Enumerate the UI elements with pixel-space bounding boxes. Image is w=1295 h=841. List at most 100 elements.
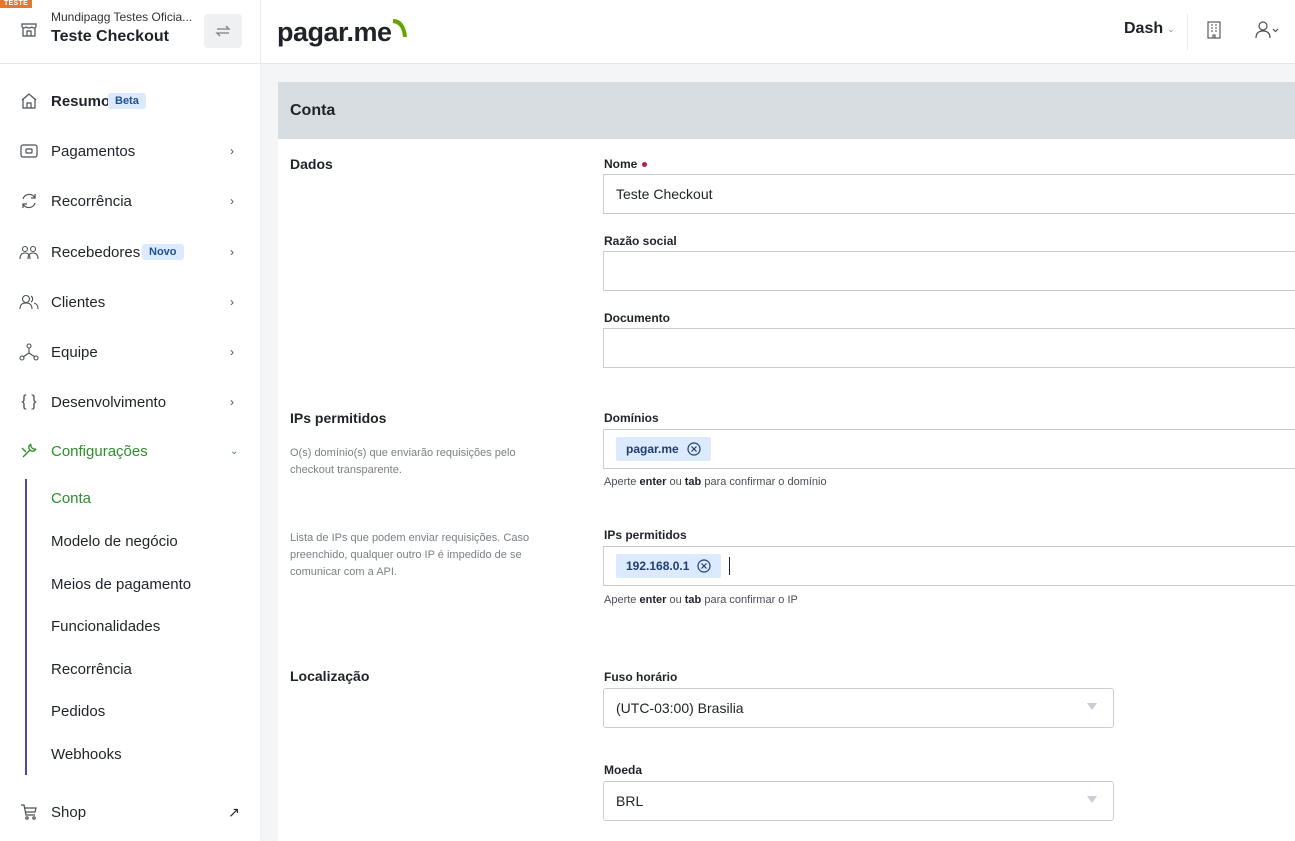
nome-input[interactable]: Teste Checkout xyxy=(603,174,1295,214)
dashboard-menu-label: Dash xyxy=(1124,20,1164,37)
swap-arrows-icon xyxy=(215,25,231,37)
sidebar-item-label: Desenvolvimento xyxy=(51,393,167,411)
store-icon xyxy=(21,23,37,37)
sidebar-item-pagamentos[interactable]: Pagamentos › xyxy=(0,131,261,171)
sidebar-item-shop[interactable]: Shop ↗ xyxy=(0,792,261,832)
chevron-right-icon: › xyxy=(230,295,234,309)
dominios-label: Domínios xyxy=(604,411,659,425)
ip-chip: 192.168.0.1 xyxy=(616,554,722,578)
sidebar-item-resumo[interactable]: Resumo Beta xyxy=(0,81,261,121)
sidebar-item-recebedores[interactable]: Recebedores Novo › xyxy=(0,232,261,272)
fuso-horario-select[interactable]: (UTC-03:00) Brasilia xyxy=(603,688,1114,728)
hint-text: ou xyxy=(669,476,682,488)
fuso-horario-value: (UTC-03:00) Brasilia xyxy=(616,700,744,716)
beta-badge: Beta xyxy=(108,93,146,109)
sidebar-item-label: Pagamentos xyxy=(51,142,136,160)
cart-icon xyxy=(18,802,40,822)
hint-text: Aperte xyxy=(604,594,637,606)
page-title: Conta xyxy=(290,102,336,119)
main-content: Conta Dados Nome Teste Checkout Razão so… xyxy=(261,64,1295,841)
submenu-item-recorrencia[interactable]: Recorrência xyxy=(51,661,132,678)
header-divider xyxy=(1187,14,1188,50)
code-braces-icon: { } xyxy=(21,393,37,410)
submenu-item-meios-pagamento[interactable]: Meios de pagamento xyxy=(51,576,191,593)
sidebar-item-desenvolvimento[interactable]: { } Desenvolvimento › xyxy=(0,382,261,422)
user-menu-icon[interactable] xyxy=(1255,20,1279,40)
building-icon[interactable] xyxy=(1206,21,1222,39)
sidebar-item-clientes[interactable]: Clientes › xyxy=(0,282,261,322)
ips-description: Lista de IPs que podem enviar requisiçõe… xyxy=(290,532,530,578)
settings-tools-icon xyxy=(18,441,40,461)
hint-key-enter: enter xyxy=(639,476,667,488)
nome-label: Nome xyxy=(604,157,648,171)
documento-input[interactable] xyxy=(603,328,1295,368)
chevron-down-icon: ⌄ xyxy=(230,445,239,457)
sidebar-item-equipe[interactable]: Equipe › xyxy=(0,332,261,372)
domain-chip: pagar.me xyxy=(616,437,711,461)
sidebar-item-label: Equipe xyxy=(51,343,98,361)
remove-chip-icon[interactable] xyxy=(687,442,701,456)
chevron-right-icon: › xyxy=(230,395,234,409)
remove-chip-icon[interactable] xyxy=(697,559,712,573)
sidebar-item-label: Resumo xyxy=(51,92,111,110)
section-title-ips: IPs permitidos xyxy=(290,410,387,426)
hint-text: para confirmar o IP xyxy=(704,594,798,606)
submenu-item-pedidos[interactable]: Pedidos xyxy=(51,703,105,720)
hint-key-enter: enter xyxy=(639,594,667,606)
pagarme-logo[interactable]: pagar.me xyxy=(277,14,410,50)
ips-label: IPs permitidos xyxy=(604,528,687,542)
logo-mark-icon xyxy=(392,19,407,37)
hint-key-tab: tab xyxy=(684,476,702,488)
organization-name: Mundipagg Testes Oficia... xyxy=(51,10,193,24)
section-title-localizacao: Localização xyxy=(290,668,370,684)
wallet-icon xyxy=(18,141,40,161)
hint-text: Aperte xyxy=(604,476,637,488)
text-cursor xyxy=(729,557,731,575)
ips-input[interactable]: 192.168.0.1 xyxy=(603,546,1295,586)
users-icon xyxy=(18,292,40,312)
moeda-select[interactable]: BRL xyxy=(603,781,1114,821)
sidebar-item-label: Shop xyxy=(51,803,87,821)
moeda-label: Moeda xyxy=(604,763,643,777)
submenu-item-funcionalidades[interactable]: Funcionalidades xyxy=(51,618,160,635)
required-dot-icon xyxy=(642,162,648,168)
team-icon xyxy=(18,342,40,362)
submenu-item-modelo-negocio[interactable]: Modelo de negócio xyxy=(51,533,178,550)
chevron-right-icon: › xyxy=(230,345,234,359)
switch-account-button[interactable] xyxy=(204,14,242,48)
nome-label-text: Nome xyxy=(604,157,638,171)
domains-description: O(s) domínio(s) que enviarão requisições… xyxy=(290,447,516,476)
sidebar-item-configuracoes[interactable]: Configurações ⌄ xyxy=(0,431,261,471)
external-link-arrow-icon: ↗ xyxy=(228,803,240,820)
section-title-dados: Dados xyxy=(290,156,333,172)
select-caret-icon xyxy=(1087,703,1097,710)
submenu-indicator-line xyxy=(25,479,27,775)
fuso-horario-label: Fuso horário xyxy=(604,670,678,684)
card-header: Conta xyxy=(278,82,1295,139)
sidebar: Resumo Beta Pagamentos › Recorrência › R… xyxy=(0,64,261,841)
chevron-down-icon: ⌄ xyxy=(1167,23,1175,34)
dominios-hint: Aperte enter ou tab para confirmar o dom… xyxy=(604,476,827,488)
submenu-item-conta[interactable]: Conta xyxy=(51,490,91,507)
chevron-right-icon: › xyxy=(230,245,234,259)
recipients-icon xyxy=(18,242,40,262)
sidebar-item-recorrencia[interactable]: Recorrência › xyxy=(0,181,261,221)
dashboard-menu[interactable]: Dash ⌄ xyxy=(1124,20,1175,38)
submenu-item-webhooks[interactable]: Webhooks xyxy=(51,746,122,763)
home-icon xyxy=(18,91,40,111)
razao-social-input[interactable] xyxy=(603,251,1295,291)
account-name: Teste Checkout xyxy=(51,28,169,45)
chevron-right-icon: › xyxy=(230,144,234,158)
environment-tag: TESTE xyxy=(0,0,33,8)
chevron-right-icon: › xyxy=(230,194,234,208)
ip-chip-label: 192.168.0.1 xyxy=(626,559,690,573)
sidebar-item-label: Recebedores xyxy=(51,243,141,261)
hint-key-tab: tab xyxy=(684,594,702,606)
domain-chip-label: pagar.me xyxy=(626,442,679,456)
logo-text-me: me xyxy=(353,16,393,47)
hint-text: ou xyxy=(669,594,682,606)
sidebar-item-label: Clientes xyxy=(51,293,106,311)
account-switcher[interactable]: TESTE Mundipagg Testes Oficia... Teste C… xyxy=(0,0,261,64)
documento-label: Documento xyxy=(604,311,670,325)
dominios-input[interactable]: pagar.me xyxy=(603,429,1295,469)
